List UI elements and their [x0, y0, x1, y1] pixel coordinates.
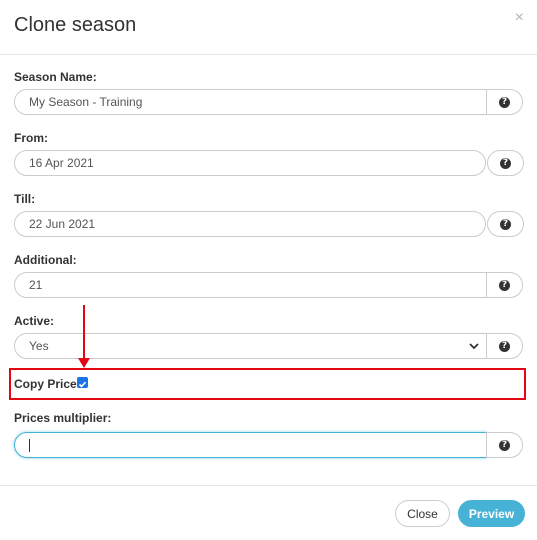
copy-prices-checkbox[interactable]	[77, 377, 88, 388]
active-help-button[interactable]: ?	[486, 333, 523, 359]
close-icon[interactable]: ×	[515, 10, 524, 26]
from-help-button[interactable]: ?	[487, 150, 524, 176]
prices-multiplier-input[interactable]	[14, 432, 487, 458]
clone-season-dialog: Clone season × Season Name: My Season - …	[0, 0, 537, 540]
season-name-help-button[interactable]: ?	[486, 89, 523, 115]
annotation-arrow-head	[78, 358, 90, 368]
help-icon: ?	[499, 340, 510, 352]
season-name-input[interactable]: My Season - Training	[14, 89, 487, 115]
additional-label: Additional:	[14, 253, 77, 267]
till-date-input[interactable]: 22 Jun 2021	[14, 211, 486, 237]
active-label: Active:	[14, 314, 55, 328]
close-button[interactable]: Close	[395, 500, 450, 527]
dialog-header: Clone season ×	[0, 0, 537, 55]
annotation-arrow-line	[83, 305, 85, 360]
additional-input[interactable]: 21	[14, 272, 487, 298]
from-date-input[interactable]: 16 Apr 2021	[14, 150, 486, 176]
help-icon: ?	[500, 157, 511, 169]
dialog-footer	[0, 485, 537, 540]
preview-button[interactable]: Preview	[458, 500, 525, 527]
additional-help-button[interactable]: ?	[486, 272, 523, 298]
prices-multiplier-label: Prices multiplier:	[14, 411, 112, 425]
active-select-value: Yes	[29, 339, 49, 353]
season-name-label: Season Name:	[14, 70, 97, 84]
prices-multiplier-help-button[interactable]: ?	[486, 432, 523, 458]
from-label: From:	[14, 131, 48, 145]
dialog-title: Clone season	[14, 14, 137, 36]
help-icon: ?	[499, 439, 510, 451]
checkmark-icon	[78, 381, 87, 388]
text-cursor	[29, 439, 30, 452]
help-icon: ?	[499, 96, 510, 108]
help-icon: ?	[499, 279, 510, 291]
chevron-down-icon	[469, 343, 479, 350]
till-help-button[interactable]: ?	[487, 211, 524, 237]
till-label: Till:	[14, 192, 36, 206]
help-icon: ?	[500, 218, 511, 230]
